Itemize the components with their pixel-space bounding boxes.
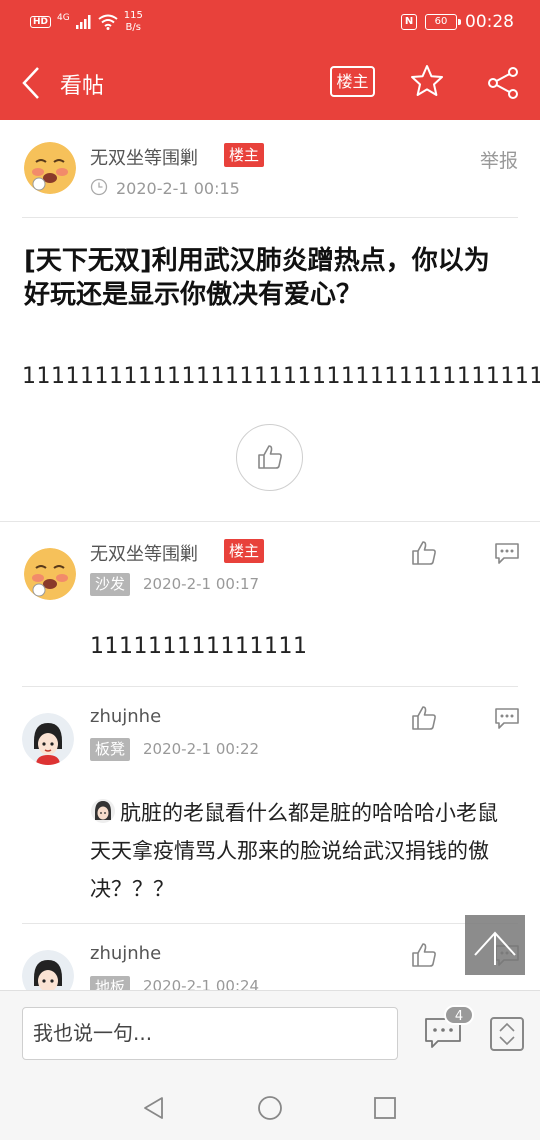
wifi-icon (98, 14, 118, 30)
nav-back-icon[interactable] (142, 1096, 166, 1120)
favorite-star-icon[interactable] (410, 64, 444, 98)
page-jump-button[interactable] (490, 1017, 524, 1051)
battery-icon: 60 (425, 14, 461, 30)
nav-recents-icon[interactable] (373, 1096, 397, 1120)
back-arrow-icon[interactable] (18, 66, 46, 100)
avatar-emoji-icon (91, 799, 115, 823)
avatar[interactable] (24, 548, 76, 600)
reply-text-content: 肮脏的老鼠看什么都是脏的哈哈哈小老鼠天天拿疫情骂人那来的脸说给武汉捐钱的傲决？？… (90, 801, 498, 901)
nav-home-icon[interactable] (257, 1095, 283, 1121)
reply-author[interactable]: 无双坐等围剿 (90, 540, 198, 566)
report-button[interactable]: 举报 (480, 146, 518, 173)
divider (22, 923, 518, 924)
comment-icon[interactable] (494, 705, 520, 731)
reply-time: 2020-2-1 00:24 (143, 977, 260, 990)
floor-badge: 地板 (90, 976, 131, 990)
avatar[interactable] (22, 950, 74, 990)
clock: 00:28 (465, 12, 514, 32)
post-title: [天下无双]利用武汉肺炎蹭热点，你以为好玩还是显示你傲决有爱心？ (24, 246, 490, 310)
owner-badge: 楼主 (224, 143, 265, 167)
thumbs-up-icon[interactable] (411, 942, 437, 968)
network-type: 4G (57, 13, 70, 23)
thumbs-up-icon (258, 445, 282, 469)
author-name[interactable]: 无双坐等围剿 (90, 144, 198, 170)
thread-content[interactable]: 无双坐等围剿 楼主 2020-2-1 00:15 举报 [天下无双]利用武汉肺炎… (0, 120, 540, 990)
reply-text: 肮脏的老鼠看什么都是脏的哈哈哈小老鼠天天拿疫情骂人那来的脸说给武汉捐钱的傲决？？… (90, 794, 510, 908)
divider (22, 217, 518, 218)
network-speed: 115 B/s (123, 10, 143, 33)
nfc-icon: N (401, 14, 417, 30)
post-body: 1111111111111111111111111111111111111 (22, 364, 540, 389)
reply-input[interactable]: 我也说一句... (22, 1007, 398, 1060)
thumbs-up-icon[interactable] (411, 540, 437, 566)
system-nav-bar (0, 1076, 540, 1140)
like-button[interactable] (236, 424, 303, 491)
comment-count-badge: 4 (444, 1005, 474, 1025)
only-owner-button[interactable]: 楼主 (330, 66, 375, 97)
avatar[interactable] (24, 142, 76, 194)
floor-badge: 板凳 (90, 738, 131, 761)
back-to-top-button[interactable] (465, 915, 525, 975)
reply-author[interactable]: zhujnhe (90, 706, 161, 727)
top-nav-bar: 看帖 楼主 (0, 46, 540, 120)
share-icon[interactable] (486, 66, 520, 100)
status-bar: HD 4G 115 B/s N 60 00:28 (0, 0, 540, 46)
page-title: 看帖 (60, 74, 105, 99)
signal-icon (75, 15, 91, 29)
reply-text: 111111111111111 (90, 634, 308, 659)
comment-icon[interactable] (494, 540, 520, 566)
reply-time: 2020-2-1 00:17 (143, 575, 260, 593)
hd-indicator: HD (30, 16, 52, 28)
owner-badge: 楼主 (224, 539, 265, 563)
reply-time: 2020-2-1 00:22 (143, 740, 260, 758)
reply-author[interactable]: zhujnhe (90, 943, 161, 964)
chevron-updown-icon (499, 1022, 515, 1046)
post-time: 2020-2-1 00:15 (116, 179, 240, 198)
divider (22, 686, 518, 687)
clock-icon (90, 178, 108, 196)
reply-bar: 我也说一句... 4 (0, 990, 540, 1076)
arrow-up-icon (474, 931, 516, 965)
avatar[interactable] (22, 713, 74, 765)
floor-badge: 沙发 (90, 573, 131, 596)
thumbs-up-icon[interactable] (411, 705, 437, 731)
section-divider (0, 521, 540, 522)
